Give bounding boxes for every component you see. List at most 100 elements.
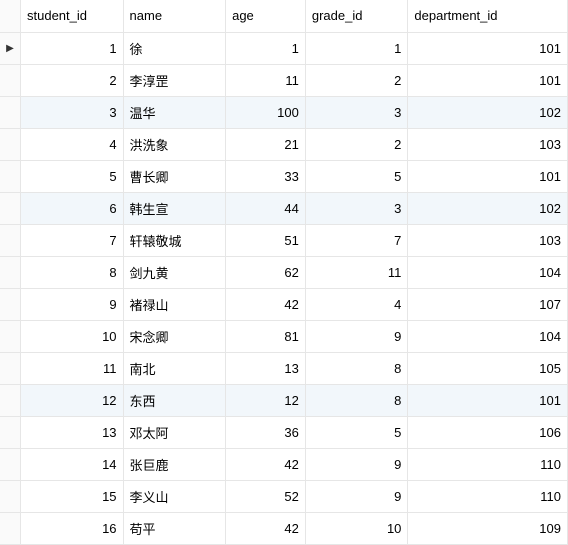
row-gutter[interactable]	[0, 64, 21, 96]
cell-department-id[interactable]: 104	[408, 256, 568, 288]
cell-name[interactable]: 张巨鹿	[123, 448, 226, 480]
cell-grade-id[interactable]: 8	[305, 384, 408, 416]
cell-student-id[interactable]: 8	[21, 256, 124, 288]
cell-grade-id[interactable]: 4	[305, 288, 408, 320]
cell-student-id[interactable]: 3	[21, 96, 124, 128]
cell-student-id[interactable]: 11	[21, 352, 124, 384]
cell-name[interactable]: 轩辕敬城	[123, 224, 226, 256]
cell-name[interactable]: 剑九黄	[123, 256, 226, 288]
cell-grade-id[interactable]: 2	[305, 64, 408, 96]
cell-student-id[interactable]: 2	[21, 64, 124, 96]
cell-name[interactable]: 李淳罡	[123, 64, 226, 96]
cell-student-id[interactable]: 15	[21, 480, 124, 512]
table-row[interactable]: 12东西128101	[0, 384, 568, 416]
cell-department-id[interactable]: 110	[408, 480, 568, 512]
cell-student-id[interactable]: 12	[21, 384, 124, 416]
table-row[interactable]: 4洪洗象212103	[0, 128, 568, 160]
cell-grade-id[interactable]: 1	[305, 32, 408, 64]
table-row[interactable]: 6韩生宣443102	[0, 192, 568, 224]
cell-age[interactable]: 81	[226, 320, 306, 352]
cell-student-id[interactable]: 9	[21, 288, 124, 320]
table-row[interactable]: 13邓太阿365106	[0, 416, 568, 448]
cell-student-id[interactable]: 5	[21, 160, 124, 192]
cell-name[interactable]: 宋念卿	[123, 320, 226, 352]
cell-age[interactable]: 42	[226, 448, 306, 480]
cell-student-id[interactable]: 16	[21, 512, 124, 544]
cell-age[interactable]: 42	[226, 288, 306, 320]
cell-age[interactable]: 36	[226, 416, 306, 448]
column-header-age[interactable]: age	[226, 0, 306, 32]
cell-age[interactable]: 11	[226, 64, 306, 96]
cell-department-id[interactable]: 105	[408, 352, 568, 384]
cell-department-id[interactable]: 106	[408, 416, 568, 448]
row-gutter[interactable]	[0, 160, 21, 192]
table-row[interactable]: 5曹长卿335101	[0, 160, 568, 192]
row-gutter[interactable]	[0, 320, 21, 352]
cell-student-id[interactable]: 7	[21, 224, 124, 256]
cell-department-id[interactable]: 109	[408, 512, 568, 544]
cell-age[interactable]: 12	[226, 384, 306, 416]
cell-age[interactable]: 42	[226, 512, 306, 544]
table-row[interactable]: 3温华1003102	[0, 96, 568, 128]
column-header-name[interactable]: name	[123, 0, 226, 32]
cell-student-id[interactable]: 14	[21, 448, 124, 480]
cell-age[interactable]: 33	[226, 160, 306, 192]
cell-grade-id[interactable]: 11	[305, 256, 408, 288]
column-header-grade-id[interactable]: grade_id	[305, 0, 408, 32]
cell-name[interactable]: 南北	[123, 352, 226, 384]
cell-department-id[interactable]: 101	[408, 160, 568, 192]
cell-name[interactable]: 韩生宣	[123, 192, 226, 224]
row-gutter[interactable]	[0, 512, 21, 544]
cell-department-id[interactable]: 104	[408, 320, 568, 352]
table-row[interactable]: 11南北138105	[0, 352, 568, 384]
cell-age[interactable]: 51	[226, 224, 306, 256]
row-gutter[interactable]	[0, 480, 21, 512]
cell-department-id[interactable]: 101	[408, 32, 568, 64]
cell-grade-id[interactable]: 2	[305, 128, 408, 160]
row-gutter[interactable]	[0, 128, 21, 160]
cell-name[interactable]: 东西	[123, 384, 226, 416]
cell-department-id[interactable]: 110	[408, 448, 568, 480]
cell-grade-id[interactable]: 9	[305, 480, 408, 512]
cell-department-id[interactable]: 102	[408, 96, 568, 128]
cell-department-id[interactable]: 101	[408, 384, 568, 416]
cell-student-id[interactable]: 6	[21, 192, 124, 224]
cell-name[interactable]: 温华	[123, 96, 226, 128]
cell-department-id[interactable]: 103	[408, 128, 568, 160]
cell-age[interactable]: 44	[226, 192, 306, 224]
cell-department-id[interactable]: 107	[408, 288, 568, 320]
row-gutter[interactable]	[0, 416, 21, 448]
table-row[interactable]: 7轩辕敬城517103	[0, 224, 568, 256]
cell-name[interactable]: 曹长卿	[123, 160, 226, 192]
cell-name[interactable]: 李义山	[123, 480, 226, 512]
cell-age[interactable]: 52	[226, 480, 306, 512]
table-row[interactable]: 8剑九黄6211104	[0, 256, 568, 288]
cell-name[interactable]: 苟平	[123, 512, 226, 544]
cell-age[interactable]: 1	[226, 32, 306, 64]
cell-age[interactable]: 21	[226, 128, 306, 160]
row-gutter[interactable]	[0, 448, 21, 480]
current-row-marker-icon[interactable]: ▶	[0, 32, 21, 64]
column-header-student-id[interactable]: student_id	[21, 0, 124, 32]
table-row[interactable]: 2李淳罡112101	[0, 64, 568, 96]
cell-age[interactable]: 13	[226, 352, 306, 384]
cell-grade-id[interactable]: 5	[305, 160, 408, 192]
cell-grade-id[interactable]: 9	[305, 320, 408, 352]
cell-age[interactable]: 62	[226, 256, 306, 288]
data-table[interactable]: student_id name age grade_id department_…	[0, 0, 568, 545]
cell-grade-id[interactable]: 7	[305, 224, 408, 256]
cell-name[interactable]: 邓太阿	[123, 416, 226, 448]
row-gutter[interactable]	[0, 96, 21, 128]
cell-department-id[interactable]: 101	[408, 64, 568, 96]
table-row[interactable]: 15李义山529110	[0, 480, 568, 512]
cell-grade-id[interactable]: 9	[305, 448, 408, 480]
cell-department-id[interactable]: 103	[408, 224, 568, 256]
cell-grade-id[interactable]: 3	[305, 192, 408, 224]
cell-grade-id[interactable]: 3	[305, 96, 408, 128]
cell-name[interactable]: 褚禄山	[123, 288, 226, 320]
row-gutter[interactable]	[0, 224, 21, 256]
cell-name[interactable]: 洪洗象	[123, 128, 226, 160]
table-row[interactable]: 16苟平4210109	[0, 512, 568, 544]
cell-name[interactable]: 徐	[123, 32, 226, 64]
cell-age[interactable]: 100	[226, 96, 306, 128]
